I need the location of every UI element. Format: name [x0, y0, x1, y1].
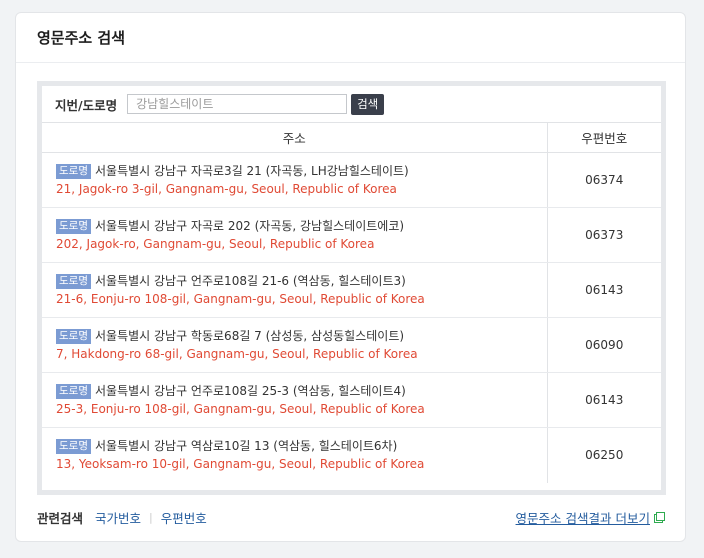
table-row[interactable]: 도로명 서울특별시 강남구 자곡로3길 21 (자곡동, LH강남힐스테이트) 21…: [42, 152, 661, 208]
road-name-badge: 도로명: [56, 273, 91, 289]
table-row[interactable]: 도로명 서울특별시 강남구 언주로108길 21-6 (역삼동, 힐스테이트3) 2…: [42, 262, 661, 318]
zip-code[interactable]: 06250: [547, 428, 661, 483]
zip-code[interactable]: 06090: [547, 317, 661, 373]
address-cell: 도로명 서울특별시 강남구 언주로108길 21-6 (역삼동, 힐스테이트3) 2…: [42, 262, 548, 318]
result-box: 지번/도로명 검색 주소 우편번호 도로명서울특별시 강남구 자곡로3길 21 …: [37, 81, 666, 495]
country-code-link[interactable]: 국가번호: [95, 508, 141, 527]
english-address[interactable]: 202, Jagok-ro, Gangnam-gu, Seoul, Republ…: [56, 235, 546, 254]
english-address[interactable]: 25-3, Eonju-ro 108-gil, Gangnam-gu, Seou…: [56, 400, 546, 419]
korean-address-line[interactable]: 도로명 서울특별시 강남구 역삼로10길 13 (역삼동, 힐스테이트6차): [56, 437, 546, 455]
korean-address: 서울특별시 강남구 자곡로3길 21 (자곡동, LH강남힐스테이트): [94, 163, 409, 178]
road-name-badge: 도로명: [56, 383, 91, 399]
address-cell: 도로명 서울특별시 강남구 역삼로10길 13 (역삼동, 힐스테이트6차) 13,…: [42, 427, 548, 483]
road-name-badge: 도로명: [56, 438, 91, 454]
external-link-icon: [654, 511, 665, 523]
table-header-row: 주소 우편번호: [42, 122, 661, 153]
address-cell: 도로명 서울특별시 강남구 자곡로3길 21 (자곡동, LH강남힐스테이트) 21…: [42, 152, 548, 208]
korean-address: 서울특별시 강남구 역삼로10길 13 (역삼동, 힐스테이트6차): [94, 438, 398, 453]
results-table: 주소 우편번호 도로명 서울특별시 강남구 자곡로3길 21 (자곡동, LH강남…: [42, 122, 661, 483]
more-results-label: 영문주소 검색결과 더보기: [515, 510, 650, 526]
search-button[interactable]: 검색: [351, 93, 385, 115]
english-address[interactable]: 21-6, Eonju-ro 108-gil, Gangnam-gu, Seou…: [56, 290, 546, 309]
road-name-badge: 도로명: [56, 218, 91, 234]
table-row[interactable]: 도로명 서울특별시 강남구 언주로108길 25-3 (역삼동, 힐스테이트4) 2…: [42, 372, 661, 428]
address-cell: 도로명 서울특별시 강남구 언주로108길 25-3 (역삼동, 힐스테이트4) 2…: [42, 372, 548, 428]
korean-address-line[interactable]: 도로명 서울특별시 강남구 언주로108길 25-3 (역삼동, 힐스테이트4): [56, 382, 546, 400]
search-row: 지번/도로명 검색: [42, 86, 661, 122]
korean-address-line[interactable]: 도로명 서울특별시 강남구 자곡로 202 (자곡동, 강남힐스테이트에코): [56, 217, 546, 235]
korean-address: 서울특별시 강남구 자곡로 202 (자곡동, 강남힐스테이트에코): [94, 218, 405, 233]
postal-code-link[interactable]: 우편번호: [161, 508, 207, 527]
search-label: 지번/도로명: [55, 97, 118, 113]
korean-address-line[interactable]: 도로명 서울특별시 강남구 자곡로3길 21 (자곡동, LH강남힐스테이트): [56, 162, 546, 180]
road-name-badge: 도로명: [56, 163, 91, 179]
zip-code[interactable]: 06143: [547, 372, 661, 428]
table-row[interactable]: 도로명 서울특별시 강남구 자곡로 202 (자곡동, 강남힐스테이트에코) 202…: [42, 207, 661, 263]
korean-address-line[interactable]: 도로명 서울특별시 강남구 언주로108길 21-6 (역삼동, 힐스테이트3): [56, 272, 546, 290]
english-address[interactable]: 21, Jagok-ro 3-gil, Gangnam-gu, Seoul, R…: [56, 180, 546, 199]
card-header: 영문주소 검색: [16, 13, 685, 63]
address-search-card: 영문주소 검색 지번/도로명 검색 주소 우편번호 도로명서울특별시 강남구 자…: [15, 12, 686, 542]
english-address[interactable]: 7, Hakdong-ro 68-gil, Gangnam-gu, Seoul,…: [56, 345, 546, 364]
korean-address: 서울특별시 강남구 언주로108길 21-6 (역삼동, 힐스테이트3): [94, 273, 406, 288]
zip-code[interactable]: 06143: [547, 262, 661, 318]
result-inner: 지번/도로명 검색 주소 우편번호 도로명서울특별시 강남구 자곡로3길 21 …: [42, 86, 661, 490]
search-input[interactable]: [127, 94, 348, 114]
road-name-badge: 도로명: [56, 328, 91, 344]
related-search-bar: 관련검색 국가번호 | 우편번호 영문주소 검색결과 더보기: [37, 507, 665, 527]
related-search-label: 관련검색: [37, 510, 84, 526]
column-header-zip: 우편번호: [547, 122, 661, 153]
page-title: 영문주소 검색: [37, 29, 126, 47]
zip-code[interactable]: 06374: [547, 152, 661, 208]
address-cell: 도로명 서울특별시 강남구 학동로68길 7 (삼성동, 삼성동힐스테이트) 7, …: [42, 317, 548, 373]
english-address[interactable]: 13, Yeoksam-ro 10-gil, Gangnam-gu, Seoul…: [56, 455, 546, 474]
zip-code[interactable]: 06373: [547, 207, 661, 263]
separator: |: [149, 510, 153, 524]
address-cell: 도로명 서울특별시 강남구 자곡로 202 (자곡동, 강남힐스테이트에코) 202…: [42, 207, 548, 263]
table-row[interactable]: 도로명 서울특별시 강남구 역삼로10길 13 (역삼동, 힐스테이트6차) 13,…: [42, 427, 661, 483]
korean-address: 서울특별시 강남구 학동로68길 7 (삼성동, 삼성동힐스테이트): [94, 328, 405, 343]
korean-address: 서울특별시 강남구 언주로108길 25-3 (역삼동, 힐스테이트4): [94, 383, 406, 398]
korean-address-line[interactable]: 도로명 서울특별시 강남구 학동로68길 7 (삼성동, 삼성동힐스테이트): [56, 327, 546, 345]
column-header-address: 주소: [42, 122, 548, 153]
table-row[interactable]: 도로명 서울특별시 강남구 학동로68길 7 (삼성동, 삼성동힐스테이트) 7, …: [42, 317, 661, 373]
more-results-link[interactable]: 영문주소 검색결과 더보기: [516, 508, 665, 527]
